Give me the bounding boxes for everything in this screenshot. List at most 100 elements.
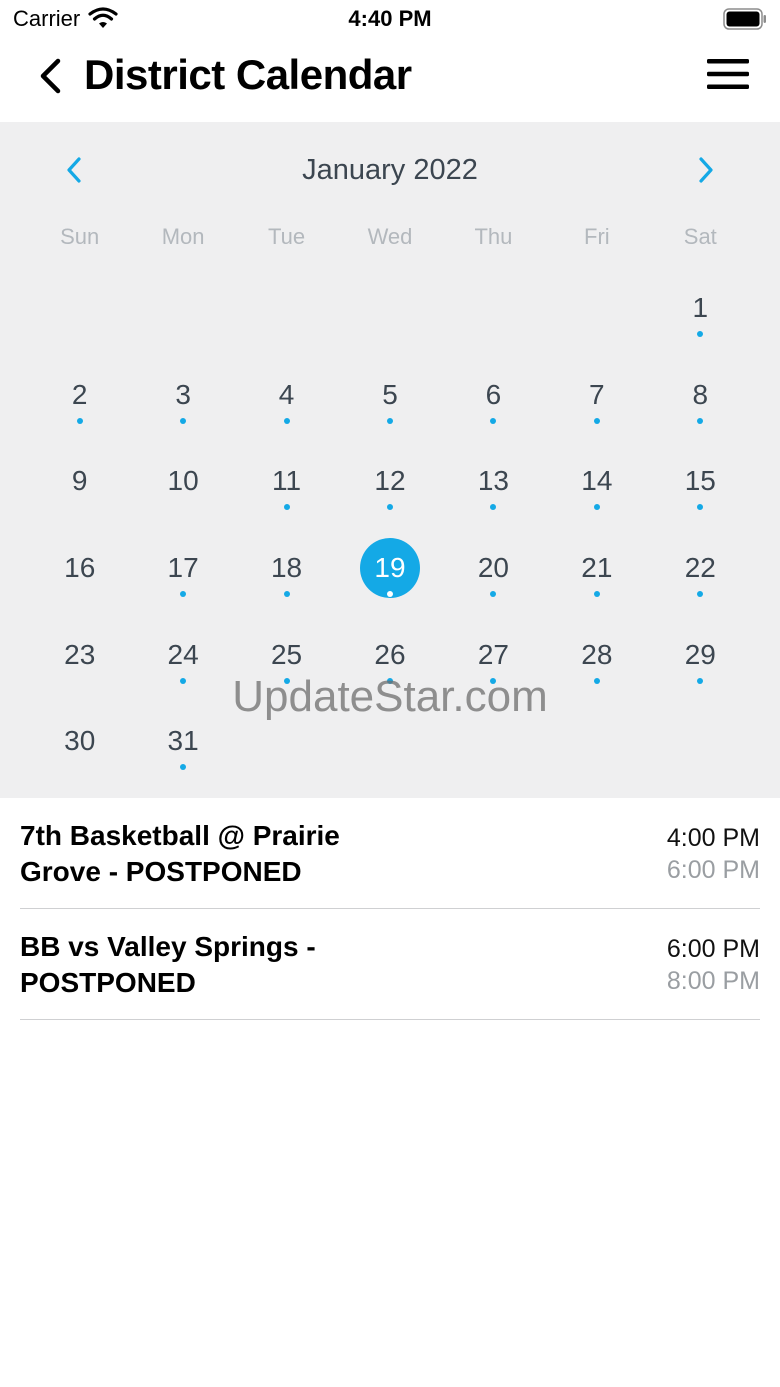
hamburger-menu-icon	[707, 59, 749, 89]
calendar-day[interactable]: 15	[649, 441, 752, 528]
event-title: BB vs Valley Springs - POSTPONED	[20, 931, 316, 998]
calendar-day[interactable]: 23	[28, 615, 131, 702]
day-number: 3	[175, 378, 191, 410]
event-row[interactable]: 7th Basketball @ Prairie Grove - POSTPON…	[20, 798, 760, 909]
day-number: 10	[167, 465, 199, 497]
event-dot-icon	[593, 591, 600, 598]
event-row[interactable]: BB vs Valley Springs - POSTPONED 6:00 PM 8…	[20, 909, 760, 1020]
event-dot-icon	[386, 417, 393, 424]
calendar-day[interactable]: 27	[442, 615, 545, 702]
day-number: 19	[374, 552, 406, 584]
calendar-day[interactable]: 13	[442, 441, 545, 528]
calendar-day[interactable]: 4	[235, 355, 338, 442]
calendar-day[interactable]: 30	[28, 701, 131, 788]
calendar-day[interactable]: 2	[28, 355, 131, 442]
event-dot-icon	[76, 417, 83, 424]
day-circle: 19	[359, 538, 420, 599]
day-number: 14	[581, 465, 613, 497]
day-circle: 8	[670, 365, 730, 425]
weekday-label: Fri	[584, 224, 610, 249]
day-circle: 21	[567, 538, 627, 598]
menu-button[interactable]	[706, 54, 750, 94]
day-number: 16	[64, 552, 96, 584]
empty-day-cell	[235, 268, 338, 355]
calendar-day[interactable]: 29	[649, 615, 752, 702]
weekday-label: Sat	[683, 224, 717, 249]
calendar-day[interactable]: 9	[28, 441, 131, 528]
calendar-day[interactable]: 8	[649, 355, 752, 442]
calendar-day-selected[interactable]: 19	[338, 528, 441, 615]
weekday-label: Mon	[161, 224, 205, 249]
back-button[interactable]	[30, 54, 70, 98]
calendar-day[interactable]: 6	[442, 355, 545, 442]
day-circle: 29	[670, 625, 730, 685]
calendar-day[interactable]: 16	[28, 528, 131, 615]
calendar-day[interactable]: 1	[649, 268, 752, 355]
day-number: 15	[684, 465, 716, 497]
day-number: 7	[589, 378, 605, 410]
day-circle: 27	[463, 625, 523, 685]
calendar-day[interactable]: 11	[235, 441, 338, 528]
event-dot-icon	[697, 677, 704, 684]
event-dot-icon	[697, 331, 704, 337]
event-dot-icon	[490, 591, 497, 598]
calendar-day[interactable]: 28	[545, 615, 648, 702]
calendar-day[interactable]: 3	[131, 355, 234, 442]
next-month-button[interactable]	[686, 150, 726, 190]
event-dot-icon	[180, 591, 187, 598]
calendar-day[interactable]: 22	[649, 528, 752, 615]
battery-icon	[723, 8, 766, 30]
day-number: 21	[581, 552, 613, 584]
calendar-day[interactable]: 31	[131, 701, 234, 788]
event-dot-icon	[593, 417, 600, 424]
day-number: 8	[692, 378, 709, 410]
day-circle: 20	[463, 538, 523, 598]
calendar-day[interactable]: 20	[442, 528, 545, 615]
event-dot-icon	[283, 504, 290, 511]
event-dot-icon	[697, 417, 704, 424]
calendar-day[interactable]: 26	[338, 615, 441, 702]
day-circle: 2	[50, 365, 110, 425]
calendar-day[interactable]: 10	[131, 441, 234, 528]
day-circle: 16	[50, 538, 110, 598]
event-dot-icon	[490, 677, 497, 684]
event-dot-icon	[490, 417, 497, 424]
chevron-left-icon	[40, 58, 61, 94]
calendar-day[interactable]: 24	[131, 615, 234, 702]
event-dot-icon	[283, 677, 290, 684]
calendar-day[interactable]: 25	[235, 615, 338, 702]
event-end-time: 6:00 PM	[666, 856, 760, 884]
chevron-right-icon	[699, 157, 713, 183]
calendar-day[interactable]: 12	[338, 441, 441, 528]
event-dot-icon	[386, 591, 393, 598]
calendar-day[interactable]: 18	[235, 528, 338, 615]
calendar-day[interactable]: 14	[545, 441, 648, 528]
empty-day-cell	[131, 268, 234, 355]
day-circle: 23	[50, 625, 110, 685]
day-circle: 9	[50, 451, 110, 511]
day-number: 27	[477, 638, 509, 670]
day-circle: 17	[153, 538, 213, 598]
day-circle: 5	[360, 365, 420, 425]
day-number: 11	[272, 465, 302, 497]
empty-day-cell	[338, 268, 441, 355]
calendar-day[interactable]: 7	[545, 355, 648, 442]
day-number: 5	[382, 378, 398, 410]
day-circle: 3	[153, 365, 213, 425]
day-circle: 30	[50, 711, 110, 771]
event-start-time: 4:00 PM	[666, 824, 760, 852]
calendar-day[interactable]: 21	[545, 528, 648, 615]
month-calendar: January 2022 Sun Mon Tue Wed Thu Fri Sat 12345…	[0, 122, 780, 798]
calendar-day[interactable]: 17	[131, 528, 234, 615]
day-circle: 15	[670, 451, 730, 511]
day-circle: 1	[670, 278, 730, 338]
day-circle: 18	[257, 538, 317, 598]
day-number: 1	[692, 292, 709, 323]
day-number: 24	[167, 638, 199, 670]
empty-day-cell	[442, 268, 545, 355]
calendar-day[interactable]: 5	[338, 355, 441, 442]
event-dot-icon	[593, 677, 600, 684]
day-circle: 28	[567, 625, 627, 685]
day-circle: 31	[153, 711, 213, 771]
status-time: 4:40 PM	[348, 6, 432, 31]
